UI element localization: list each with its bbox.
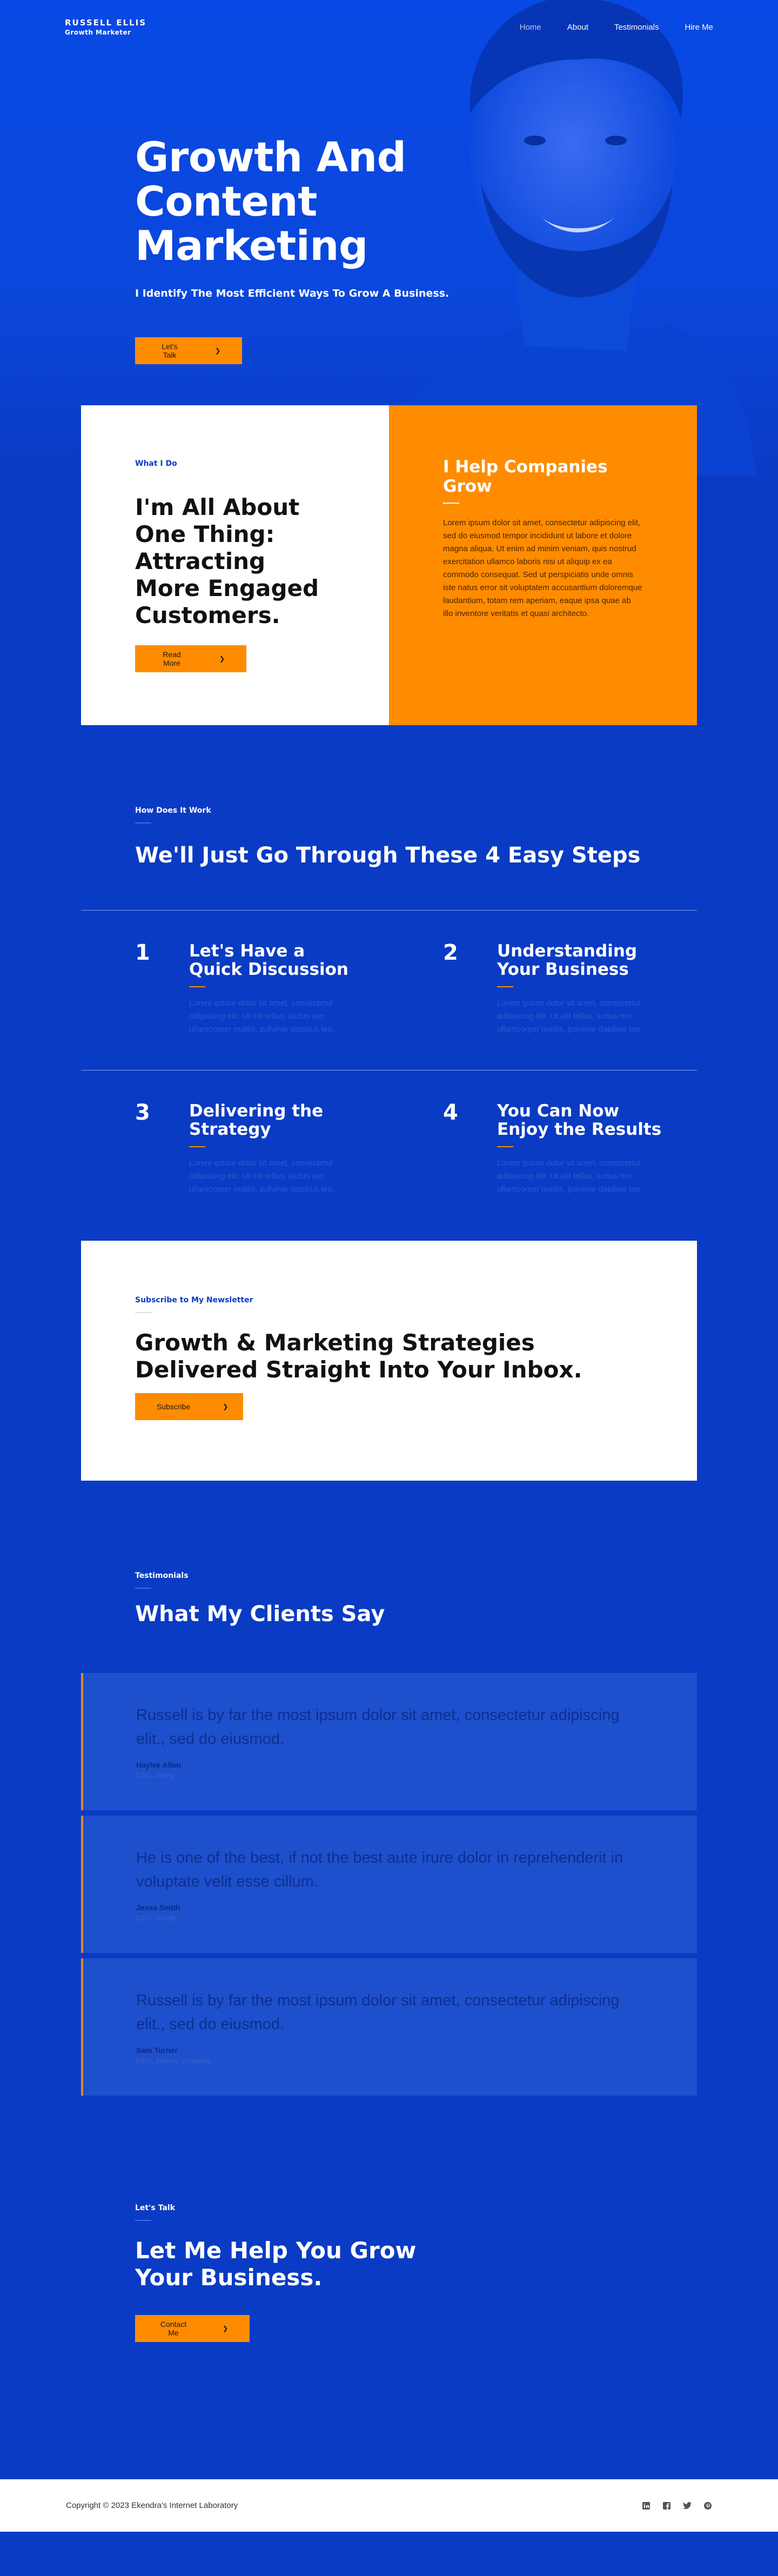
testimonial-quote: Russell is by far the most ipsum dolor s…	[136, 1992, 620, 2033]
steps-row: 3 Delivering the Strategy Lorem ipsum do…	[81, 1070, 697, 1230]
subscribe-button[interactable]: Subscribe ❯	[135, 1393, 243, 1420]
testimonial-role: CEO, Jonny	[136, 1771, 175, 1779]
chevron-right-icon: ❯	[223, 1403, 229, 1410]
nav-link-hire-me[interactable]: Hire Me	[685, 23, 713, 32]
step-text: Lorem ipsum dolor sit amet, consectetur …	[497, 999, 642, 1034]
testimonials-header: Testimonials What My Clients Say	[81, 1571, 697, 1627]
about-section: What I Do I'm All About One Thing: Attra…	[81, 405, 697, 725]
testimonial-card: He is one of the best, if not the best a…	[81, 1816, 697, 1953]
divider	[189, 986, 205, 987]
contact-me-label: Contact Me	[160, 2320, 187, 2337]
testimonial-role: CEO, Sammy Company	[136, 2057, 211, 2065]
step-text: Lorem ipsum dolor sit amet, consectetur …	[189, 999, 334, 1034]
brand-tagline: Growth Marketer	[65, 29, 131, 36]
social-links	[642, 2501, 712, 2510]
steps-eyebrow: How Does It Work	[135, 806, 211, 815]
testimonial-card: Russell is by far the most ipsum dolor s…	[81, 1673, 697, 1810]
facebook-icon[interactable]	[662, 2501, 671, 2510]
divider	[497, 986, 513, 987]
lets-talk-label: Let's Talk	[162, 342, 178, 359]
chevron-right-icon: ❯	[214, 347, 220, 354]
copyright-text: Copyright © 2023 Ekendra's Internet Labo…	[66, 2501, 238, 2510]
testimonial-name: Haylee Allen	[136, 1761, 181, 1769]
cta-title: Let Me Help You Grow Your Business.	[135, 2237, 417, 2291]
steps-header: How Does It Work We'll Just Go Through T…	[81, 806, 697, 868]
step-number: 3	[135, 1100, 150, 1125]
steps-row: 1 Let's Have a Quick Discussion Lorem ip…	[81, 910, 697, 1070]
about-highlight-text: Lorem ipsum dolor sit amet, consectetur …	[443, 518, 642, 618]
testimonial-name: Jessa Smith	[136, 1903, 180, 1912]
hero-title: Growth And Content Marketing	[135, 133, 406, 270]
newsletter-eyebrow: Subscribe to My Newsletter	[135, 1296, 253, 1304]
subscribe-label: Subscribe	[157, 1402, 191, 1411]
newsletter-section: Subscribe to My Newsletter Growth & Mark…	[81, 1241, 697, 1481]
step-text: Lorem ipsum dolor sit amet, consectetur …	[497, 1159, 642, 1194]
read-more-button[interactable]: Read More ❯	[135, 645, 246, 672]
cta-header: Let's Talk Let Me Help You Grow Your Bus…	[81, 2204, 697, 2342]
step-text: Lorem ipsum dolor sit amet, consectetur …	[189, 1159, 334, 1194]
divider	[497, 1146, 513, 1147]
chevron-right-icon: ❯	[219, 655, 225, 663]
divider	[135, 822, 151, 824]
step-item: 2 Understanding Your Business Lorem ipsu…	[389, 942, 697, 1070]
testimonial-name: Sam Turner	[136, 2046, 178, 2055]
read-more-label: Read More	[163, 650, 181, 667]
testimonial-card: Russell is by far the most ipsum dolor s…	[81, 1958, 697, 2096]
step-number: 1	[135, 940, 150, 965]
about-title: I'm All About One Thing: Attracting More…	[135, 494, 319, 628]
step-item: 3 Delivering the Strategy Lorem ipsum do…	[81, 1102, 389, 1230]
lets-talk-button[interactable]: Let's Talk ❯	[135, 337, 242, 364]
steps-grid: 1 Let's Have a Quick Discussion Lorem ip…	[81, 910, 697, 1230]
hero-section: RUSSELL ELLIS Growth Marketer Home About…	[0, 0, 778, 476]
about-highlight-card: I Help Companies Grow Lorem ipsum dolor …	[389, 405, 697, 725]
divider	[135, 1312, 151, 1313]
testimonials-title: What My Clients Say	[135, 1602, 385, 1627]
hero-subtitle: I Identify The Most Efficient Ways To Gr…	[135, 287, 450, 299]
nav-link-testimonials[interactable]: Testimonials	[614, 23, 659, 32]
testimonial-role: CEO, Toodle	[136, 1914, 176, 1922]
testimonial-quote: Russell is by far the most ipsum dolor s…	[136, 1707, 620, 1748]
brand-name: RUSSELL ELLIS	[65, 18, 146, 28]
chevron-right-icon: ❯	[222, 2325, 228, 2332]
pinterest-icon[interactable]	[703, 2501, 712, 2510]
nav-links: Home About Testimonials Hire Me	[520, 23, 713, 32]
contact-cta-section: Let's Talk Let Me Help You Grow Your Bus…	[0, 2101, 778, 2479]
cta-eyebrow: Let's Talk	[135, 2204, 175, 2212]
step-item: 1 Let's Have a Quick Discussion Lorem ip…	[81, 942, 389, 1070]
divider	[135, 2220, 151, 2221]
top-navigation: RUSSELL ELLIS Growth Marketer Home About…	[0, 0, 778, 54]
steps-section: How Does It Work We'll Just Go Through T…	[0, 725, 778, 1230]
brand-logo[interactable]: RUSSELL ELLIS Growth Marketer	[65, 18, 146, 36]
step-number: 4	[443, 1100, 458, 1125]
nav-link-about[interactable]: About	[567, 23, 588, 32]
divider	[443, 503, 459, 504]
hero-content: Growth And Content Marketing I Identify …	[135, 135, 546, 364]
testimonials-list: Russell is by far the most ipsum dolor s…	[81, 1673, 697, 2096]
step-number: 2	[443, 940, 458, 965]
testimonial-quote: He is one of the best, if not the best a…	[136, 1849, 623, 1890]
testimonials-section: Testimonials What My Clients Say Russell…	[0, 1481, 778, 2096]
step-title: You Can Now Enjoy the Results	[497, 1101, 662, 1139]
about-eyebrow: What I Do	[135, 459, 177, 468]
step-title: Let's Have a Quick Discussion	[189, 941, 348, 979]
testimonials-eyebrow: Testimonials	[135, 1571, 189, 1580]
newsletter-title: Growth & Marketing Strategies Delivered …	[135, 1329, 582, 1383]
about-card: What I Do I'm All About One Thing: Attra…	[81, 405, 389, 725]
footer: Copyright © 2023 Ekendra's Internet Labo…	[0, 2479, 778, 2532]
about-highlight-title: I Help Companies Grow	[443, 457, 608, 496]
step-title: Understanding Your Business	[497, 941, 638, 979]
divider	[189, 1146, 205, 1147]
twitter-icon[interactable]	[683, 2501, 692, 2510]
divider	[135, 1588, 151, 1589]
step-item: 4 You Can Now Enjoy the Results Lorem ip…	[389, 1102, 697, 1230]
step-title: Delivering the Strategy	[189, 1101, 324, 1139]
linkedin-icon[interactable]	[642, 2501, 650, 2510]
nav-link-home[interactable]: Home	[520, 23, 541, 32]
contact-me-button[interactable]: Contact Me ❯	[135, 2315, 250, 2342]
steps-title: We'll Just Go Through These 4 Easy Steps	[135, 843, 641, 868]
